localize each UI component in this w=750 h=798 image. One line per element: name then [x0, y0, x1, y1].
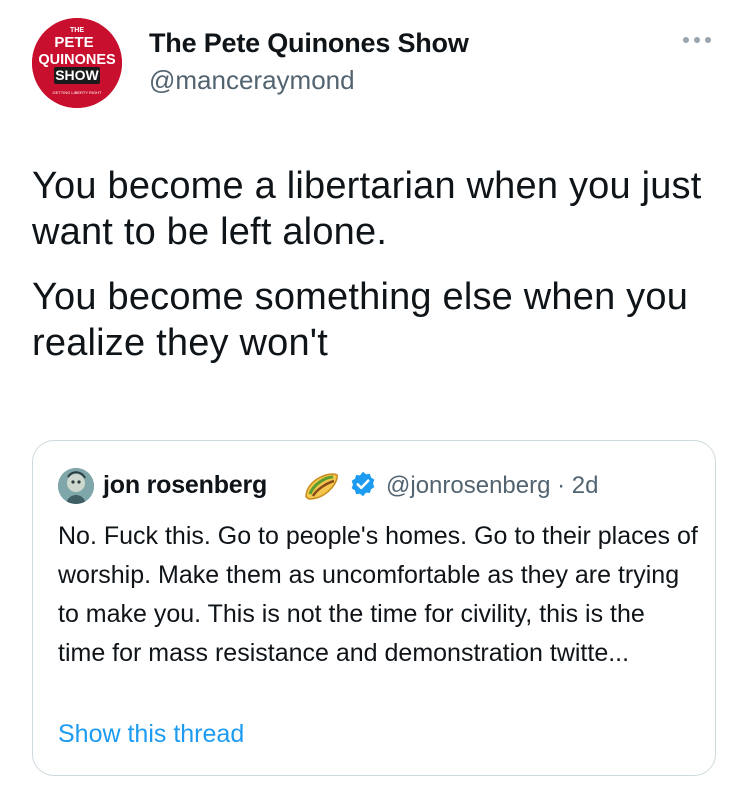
author-avatar[interactable]: THE PETE QUINONES SHOW GETTING LIBERTY R… — [32, 18, 122, 108]
show-thread-link[interactable]: Show this thread — [58, 720, 244, 749]
svg-text:THE: THE — [70, 27, 84, 34]
taco-icon — [305, 473, 338, 500]
svg-text:SHOW: SHOW — [55, 67, 99, 83]
avatar-illustration — [58, 468, 94, 504]
svg-text:PETE: PETE — [54, 34, 93, 51]
quoted-display-name[interactable]: jon rosenberg — [103, 471, 267, 500]
tweet-paragraph: You become something else when you reali… — [32, 276, 689, 364]
tweet-text: You become a libertarian when you just w… — [32, 163, 722, 385]
quoted-author-avatar[interactable] — [58, 468, 94, 504]
quoted-handle-time[interactable]: @jonrosenberg · 2d — [386, 472, 598, 500]
author-handle[interactable]: @manceraymond — [149, 65, 355, 96]
tweet-paragraph: You become a libertarian when you just w… — [32, 165, 702, 253]
verified-badge-icon — [351, 471, 375, 497]
quoted-tweet[interactable]: jon rosenberg @jonrosenberg · 2d No. Fuc… — [32, 440, 716, 776]
svg-text:QUINONES: QUINONES — [38, 52, 116, 68]
svg-text:GETTING LIBERTY RIGHT: GETTING LIBERTY RIGHT — [53, 90, 103, 95]
author-display-name[interactable]: The Pete Quinones Show — [149, 28, 469, 59]
pete-quinones-show-logo: THE PETE QUINONES SHOW GETTING LIBERTY R… — [32, 18, 122, 108]
more-horizontal-icon[interactable] — [683, 32, 715, 48]
quoted-tweet-text: No. Fuck this. Go to people's homes. Go … — [58, 522, 698, 667]
tweet-card: THE PETE QUINONES SHOW GETTING LIBERTY R… — [0, 0, 750, 798]
